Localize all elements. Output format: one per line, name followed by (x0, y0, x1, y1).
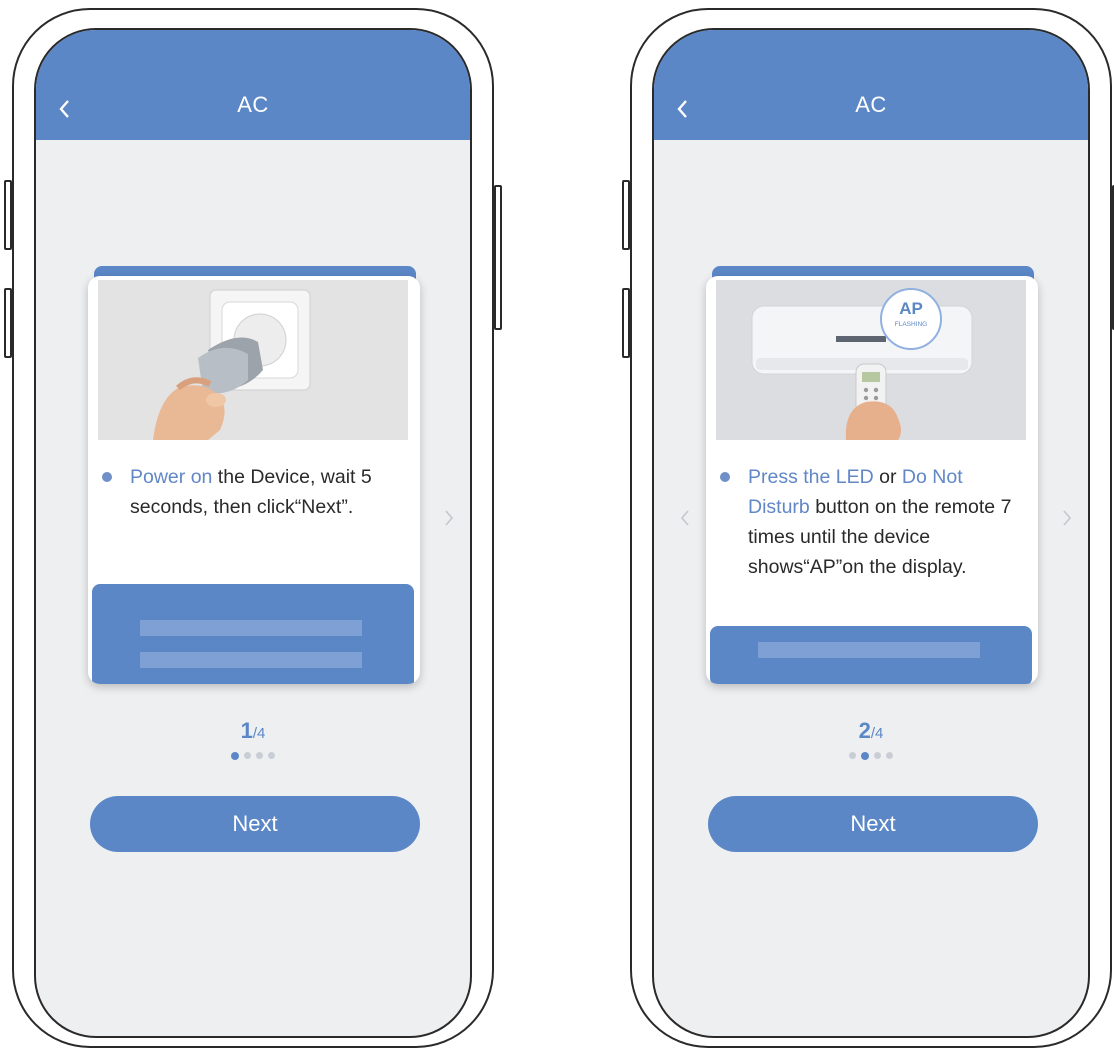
chevron-right-icon[interactable] (1060, 508, 1074, 528)
page-dot (256, 752, 263, 759)
card-button-panel (92, 584, 414, 684)
bullet-icon (720, 472, 730, 482)
instruction-card: AP FLASHING Press the LED or Do Not Dist… (706, 276, 1038, 684)
bullet-icon (102, 472, 112, 482)
header-bar: AC (654, 30, 1088, 140)
instruction-body: or (873, 466, 902, 488)
app-screen-1: AC Power on the Device, wait 5 seconds, … (34, 28, 472, 1038)
instruction-highlight: Power on (130, 466, 213, 488)
page-dot (874, 752, 881, 759)
page-total: /4 (870, 725, 884, 742)
badge-sub: FLASHING (894, 321, 928, 328)
page-dot (268, 752, 275, 759)
page-total: /4 (252, 725, 266, 742)
phone-frame-1: AC Power on the Device, wait 5 seconds, … (4, 8, 502, 1048)
pagination-dots (654, 751, 1088, 760)
page-title: AC (855, 92, 887, 117)
instruction-text: Power on the Device, wait 5 seconds, the… (130, 462, 410, 522)
power-side-button (494, 185, 502, 330)
placeholder-bar (140, 652, 362, 668)
page-dot (886, 752, 893, 759)
volume-down-button (4, 288, 12, 358)
volume-down-button (622, 288, 630, 358)
page-indicator: 2/4 (654, 718, 1088, 744)
page-indicator: 1/4 (36, 718, 470, 744)
app-screen-2: AC AP FLASHING Press the LED or Do Not D… (652, 28, 1090, 1038)
next-button[interactable]: Next (708, 796, 1038, 852)
ap-flashing-badge: AP FLASHING (880, 288, 942, 350)
phone-frame-2: AC AP FLASHING Press the LED or Do Not D… (622, 8, 1114, 1048)
ac-remote-photo: AP FLASHING (716, 280, 1026, 440)
instruction-highlight: Press the LED (748, 466, 874, 488)
chevron-right-icon[interactable] (442, 508, 456, 528)
page-current: 1 (240, 718, 253, 743)
pagination-dots (36, 751, 470, 760)
badge-main: AP (899, 299, 923, 318)
chevron-left-icon[interactable] (678, 508, 692, 528)
volume-up-button (622, 180, 630, 250)
page-dot (849, 752, 856, 759)
instruction-text: Press the LED or Do Not Disturb button o… (748, 462, 1028, 582)
plug-photo (98, 280, 408, 440)
page-dot-active (861, 751, 869, 760)
card-button-panel (710, 626, 1032, 684)
volume-up-button (4, 180, 12, 250)
page-dot-active (231, 751, 239, 760)
page-dot (244, 752, 251, 759)
header-bar: AC (36, 30, 470, 140)
placeholder-bar (758, 642, 980, 658)
placeholder-bar (140, 620, 362, 636)
next-button[interactable]: Next (90, 796, 420, 852)
instruction-card: Power on the Device, wait 5 seconds, the… (88, 276, 420, 684)
page-current: 2 (858, 718, 871, 743)
page-title: AC (237, 92, 269, 117)
